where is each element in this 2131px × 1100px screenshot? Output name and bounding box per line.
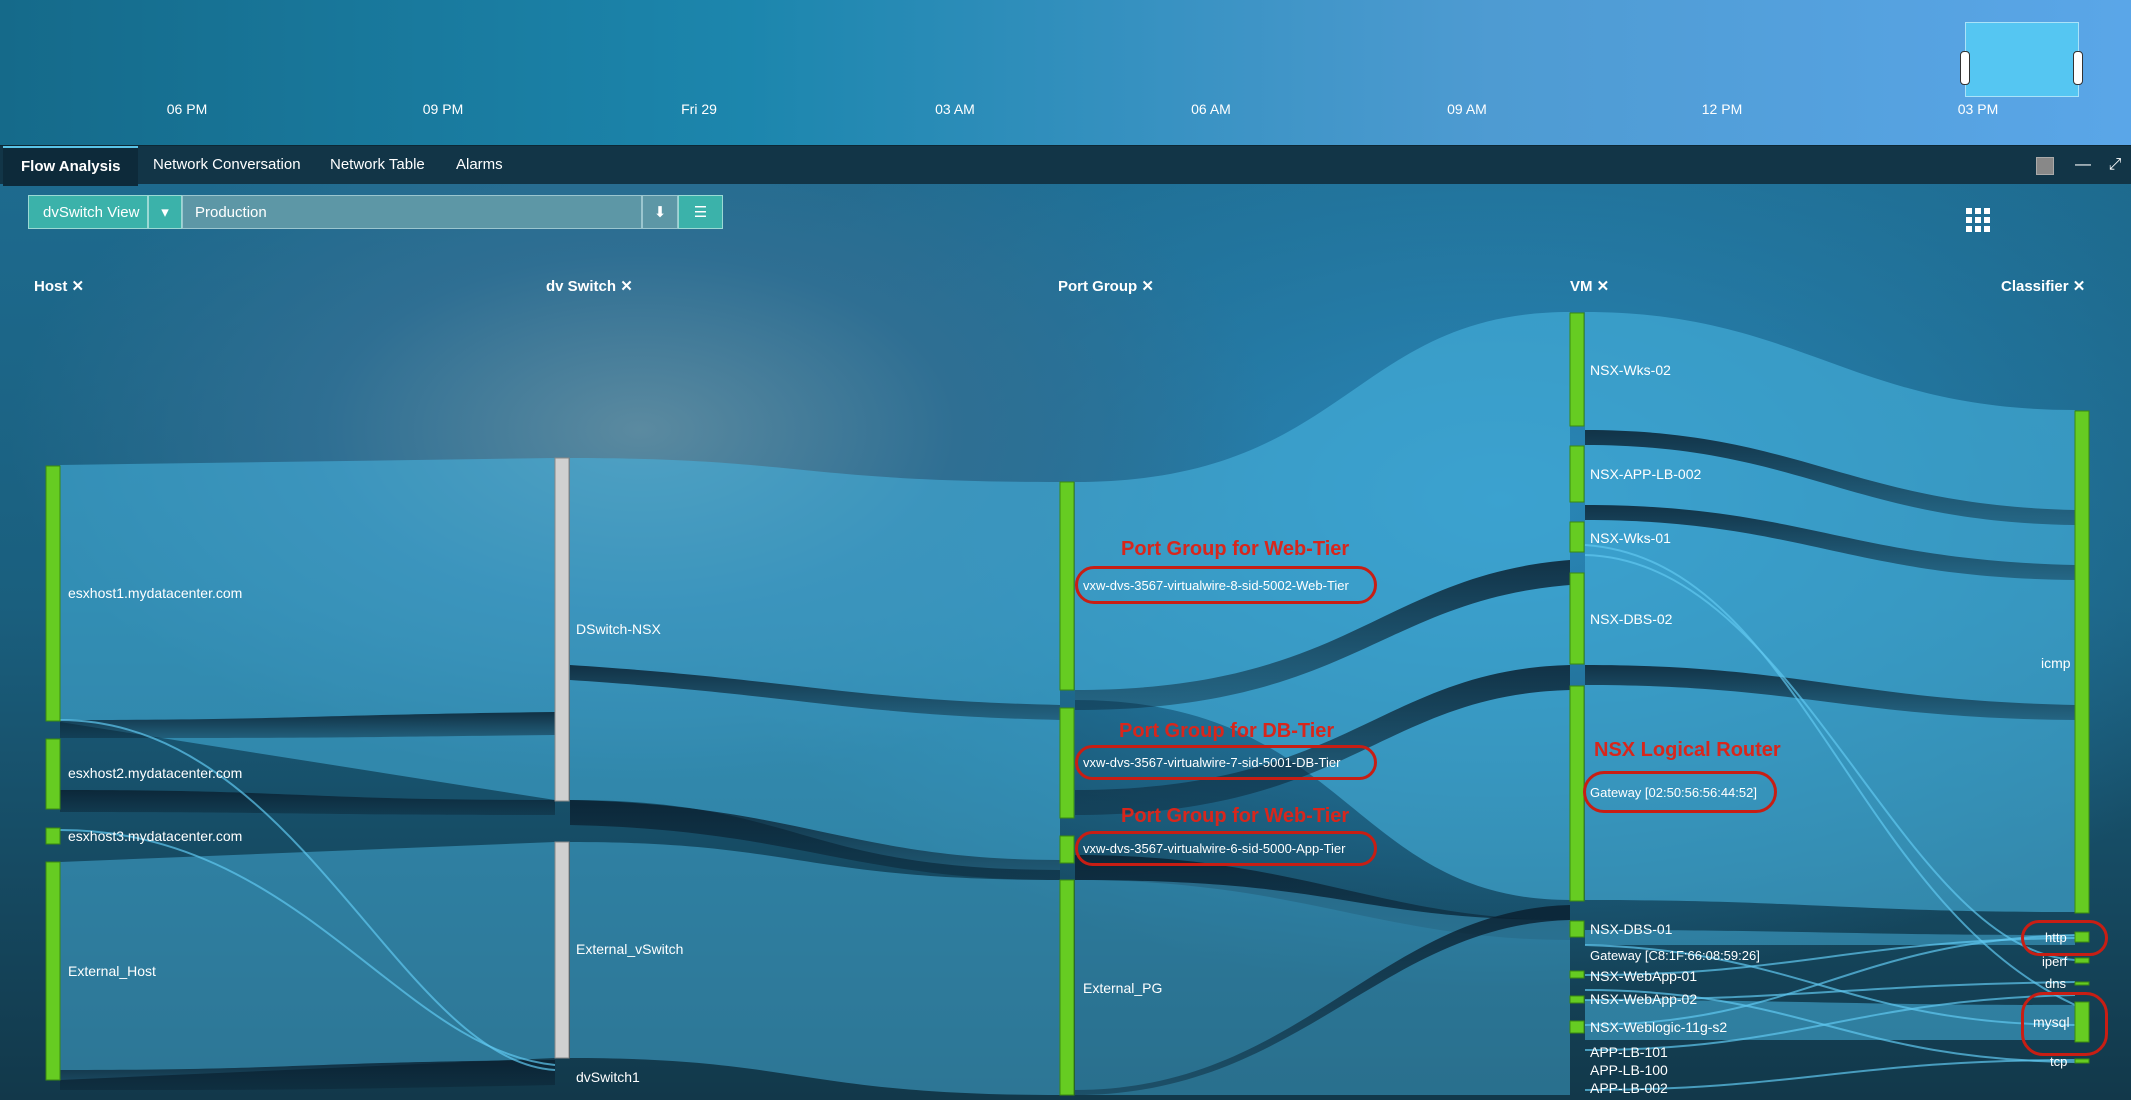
portgroup-node-bar[interactable] [1059, 707, 1075, 819]
vm-node-bar[interactable] [1569, 572, 1585, 665]
vm-label[interactable]: APP-LB-002 [1590, 1080, 1668, 1096]
annotation-db-tier: Port Group for DB-Tier [1119, 720, 1335, 742]
classifier-node-bar[interactable] [2074, 957, 2090, 964]
portgroup-node-bar[interactable] [1059, 835, 1075, 864]
vm-node-bar[interactable] [1569, 445, 1585, 503]
flow-link[interactable] [60, 790, 555, 815]
vm-label[interactable]: NSX-DBS-02 [1590, 611, 1672, 627]
highlight-circle [2021, 920, 2108, 956]
flow-link[interactable] [570, 842, 1060, 1095]
vm-node-bar[interactable] [1569, 312, 1585, 427]
highlight-circle [1075, 831, 1377, 866]
flow-link[interactable] [60, 842, 555, 1080]
vm-label[interactable]: NSX-Weblogic-11g-s2 [1590, 1019, 1727, 1035]
vm-node-bar[interactable] [1569, 1020, 1585, 1034]
host-node-bar[interactable] [45, 738, 61, 810]
vm-node-bar[interactable] [1569, 685, 1585, 902]
highlight-circle [1583, 771, 1777, 813]
classifier-node-bar[interactable] [2074, 410, 2090, 914]
vm-label[interactable]: NSX-DBS-01 [1590, 921, 1672, 937]
vm-label[interactable]: NSX-Wks-02 [1590, 362, 1671, 378]
vm-label[interactable]: NSX-WebApp-01 [1590, 968, 1697, 984]
vm-label[interactable]: NSX-Wks-01 [1590, 530, 1671, 546]
highlight-circle [1075, 566, 1377, 604]
portgroup-node-bar[interactable] [1059, 879, 1075, 1096]
vm-node-bar[interactable] [1569, 970, 1585, 979]
dvswitch-node-bar[interactable] [554, 457, 570, 802]
dvswitch-label[interactable]: External_vSwitch [576, 941, 683, 957]
dvswitch-node-bar[interactable] [554, 841, 570, 1059]
classifier-node-bar[interactable] [2074, 1058, 2090, 1064]
vm-label[interactable]: APP-LB-100 [1590, 1062, 1668, 1078]
annotation-app-tier: Port Group for Web-Tier [1121, 805, 1350, 827]
sankey-diagram [45, 312, 2090, 1096]
vm-node-bar[interactable] [1569, 521, 1585, 553]
portgroup-node-bar[interactable] [1059, 481, 1075, 691]
dvswitch-label[interactable]: dvSwitch1 [576, 1069, 640, 1085]
host-node-bar[interactable] [45, 861, 61, 1081]
host-label[interactable]: External_Host [68, 963, 156, 979]
host-label[interactable]: esxhost3.mydatacenter.com [68, 828, 242, 844]
flow-link[interactable] [60, 458, 555, 800]
highlight-circle [1075, 745, 1377, 780]
vm-label[interactable]: Gateway [C8:1F:66:08:59:26] [1590, 948, 1760, 963]
highlight-circle [2021, 992, 2108, 1056]
annotation-web-tier: Port Group for Web-Tier [1121, 538, 1350, 560]
annotation-router: NSX Logical Router [1594, 739, 1781, 761]
classifier-label[interactable]: tcp [2050, 1054, 2067, 1069]
portgroup-label[interactable]: External_PG [1083, 980, 1162, 996]
classifier-label[interactable]: dns [2045, 976, 2066, 991]
vm-node-bar[interactable] [1569, 920, 1585, 938]
host-label[interactable]: esxhost2.mydatacenter.com [68, 765, 242, 781]
dvswitch-label[interactable]: DSwitch-NSX [576, 621, 661, 637]
classifier-node-bar[interactable] [2074, 981, 2090, 986]
classifier-label[interactable]: iperf [2042, 954, 2067, 969]
vm-node-bar[interactable] [1569, 995, 1585, 1004]
host-node-bar[interactable] [45, 827, 61, 845]
classifier-label[interactable]: icmp [2041, 655, 2071, 671]
vm-label[interactable]: APP-LB-101 [1590, 1044, 1668, 1060]
vm-label[interactable]: NSX-WebApp-02 [1590, 991, 1697, 1007]
vm-label[interactable]: NSX-APP-LB-002 [1590, 466, 1701, 482]
host-label[interactable]: esxhost1.mydatacenter.com [68, 585, 242, 601]
host-node-bar[interactable] [45, 465, 61, 722]
